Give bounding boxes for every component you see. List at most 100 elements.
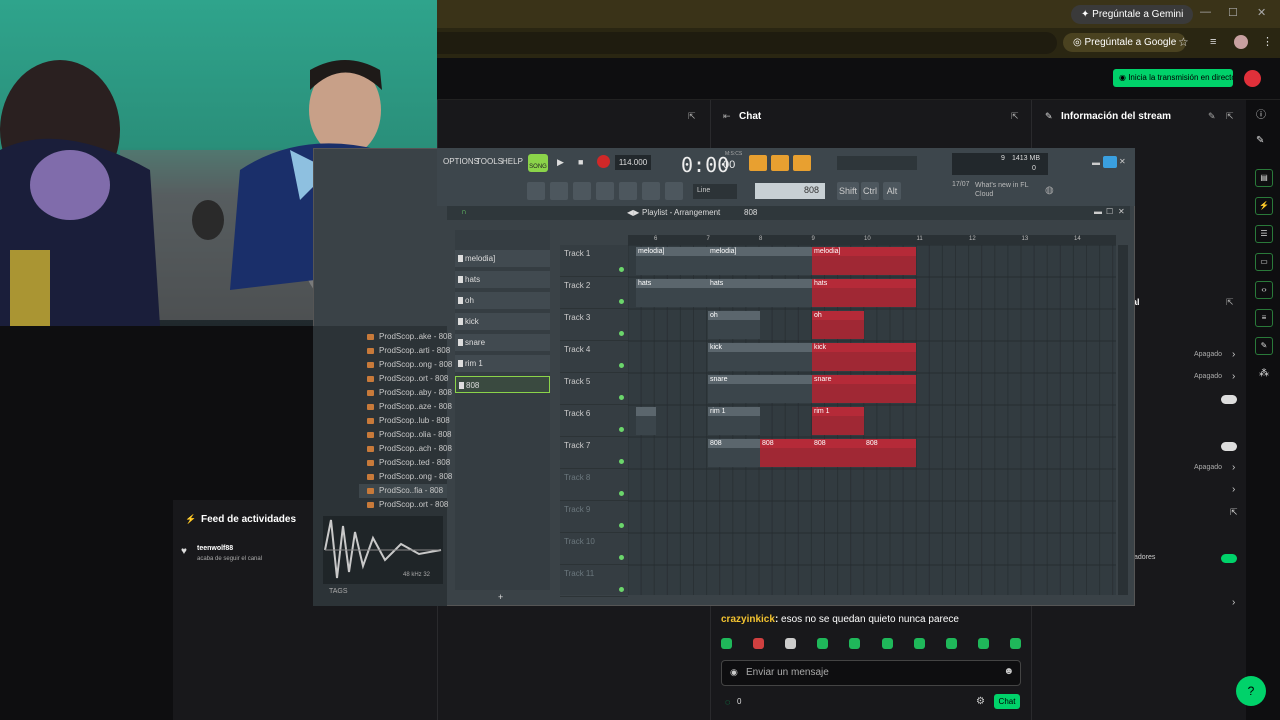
playlist-maximize-icon[interactable]: ☐ <box>1106 207 1113 216</box>
pattern-item[interactable]: hats <box>455 271 550 288</box>
metronome-button[interactable] <box>749 155 767 171</box>
playlist-icon[interactable]: ≡ <box>1210 36 1216 48</box>
menu-options[interactable]: OPTIONS <box>443 157 479 166</box>
fl-restore-button[interactable] <box>1103 156 1117 168</box>
star-icon[interactable]: ☆ <box>1178 35 1189 49</box>
pattern-item[interactable]: kick <box>455 313 550 330</box>
track-header[interactable]: Track 7 <box>560 437 628 469</box>
song-mode-toggle[interactable]: SONG <box>528 154 548 172</box>
snap-select[interactable]: Line <box>693 184 737 199</box>
track-mute-led[interactable] <box>619 395 624 400</box>
info-icon[interactable]: ⓘ <box>1256 106 1266 121</box>
go-live-button[interactable]: ◉ Inicia la transmisión en directo <box>1113 69 1233 87</box>
add-pattern-icon[interactable]: + <box>498 592 503 602</box>
fl-minimize-icon[interactable]: ▬ <box>1092 158 1100 167</box>
mic-button[interactable] <box>665 182 683 200</box>
playlist-clip[interactable]: snare <box>708 375 812 403</box>
toggle-1[interactable] <box>1221 395 1237 404</box>
chevron-right-icon[interactable]: › <box>1232 484 1235 495</box>
browser-item[interactable]: ProdScop..ake - 808 <box>359 330 452 344</box>
profile-avatar[interactable] <box>1234 35 1248 49</box>
pattern-select[interactable]: 808 <box>755 183 825 199</box>
tool-button-6[interactable] <box>642 182 660 200</box>
playlist-clip[interactable]: 808 <box>812 439 864 467</box>
shift-key[interactable]: Shift <box>837 182 859 200</box>
nodes-icon[interactable]: ⁂ <box>1259 368 1269 379</box>
countdown-button[interactable] <box>771 155 789 171</box>
points-icon[interactable]: ◌ <box>725 697 730 707</box>
playlist-clip[interactable]: 808 <box>760 439 812 467</box>
chevron-right-icon[interactable]: › <box>1232 371 1235 382</box>
monitor-icon[interactable]: ▭ <box>1255 253 1273 271</box>
settings-gear-icon[interactable]: ⚙ <box>976 696 985 707</box>
track-mute-led[interactable] <box>619 363 624 368</box>
pattern-item[interactable]: melodia] <box>455 250 550 267</box>
tool-button-5[interactable] <box>619 182 637 200</box>
playlist-clip[interactable]: melodia] <box>636 247 708 275</box>
track-header[interactable]: Track 3 <box>560 309 628 341</box>
bolt-icon[interactable]: ⚡ <box>1255 197 1273 215</box>
emote-icon[interactable] <box>1009 638 1021 649</box>
address-field[interactable] <box>437 32 1057 54</box>
track-mute-led[interactable] <box>619 299 624 304</box>
browser-item[interactable]: ProdScop..ort - 808 <box>359 498 448 512</box>
playlist-clip[interactable]: melodia] <box>708 247 812 275</box>
browser-item[interactable]: ProdScop..lub - 808 <box>359 414 450 428</box>
menu-tools[interactable]: TOOLS <box>476 157 503 166</box>
track-header[interactable]: Track 6 <box>560 405 628 437</box>
browser-item[interactable]: ProdScop..ong - 808 <box>359 470 452 484</box>
track-header[interactable]: Track 4 <box>560 341 628 373</box>
emote-icon[interactable] <box>945 638 957 649</box>
playlist-clip[interactable]: hats <box>812 279 916 307</box>
tool-button-1[interactable] <box>527 182 545 200</box>
toggle-3[interactable] <box>1221 554 1237 563</box>
gemini-button[interactable]: ✦ Pregúntale a Gemini <box>1071 5 1194 24</box>
track-mute-led[interactable] <box>619 587 624 592</box>
emote-icon[interactable] <box>817 638 829 649</box>
playlist-clip[interactable]: kick <box>708 343 812 371</box>
browser-item[interactable]: ProdScop..ach - 808 <box>359 442 452 456</box>
chevron-right-icon[interactable]: › <box>1232 462 1235 473</box>
browser-item[interactable]: ProdScop..arti - 808 <box>359 344 450 358</box>
play-icon[interactable]: ▶ <box>557 157 564 168</box>
chevron-right-icon[interactable]: › <box>1232 597 1235 608</box>
popout-icon[interactable]: ⇱ <box>688 111 696 122</box>
pattern-item[interactable]: oh <box>455 292 550 309</box>
emoji-icon[interactable]: ☻ <box>1003 666 1014 677</box>
magnet-icon[interactable]: ∩ <box>461 207 467 216</box>
track-header[interactable]: Track 1 <box>560 245 628 277</box>
track-header[interactable]: Track 5 <box>560 373 628 405</box>
stop-icon[interactable]: ■ <box>578 157 583 167</box>
emote-icon[interactable] <box>849 638 861 649</box>
track-header[interactable]: Track 9 <box>560 501 628 533</box>
playlist-scrollbar[interactable] <box>1118 245 1128 595</box>
globe-icon[interactable]: ◍ <box>1045 185 1054 196</box>
maximize-icon[interactable]: ☐ <box>1228 6 1238 19</box>
track-mute-led[interactable] <box>619 555 624 560</box>
playlist-minimize-icon[interactable]: ▬ <box>1094 207 1102 216</box>
toggle-2[interactable] <box>1221 442 1237 451</box>
menu-dots-icon[interactable]: ⋮ <box>1262 35 1273 48</box>
record-button[interactable] <box>597 155 610 168</box>
track-header[interactable]: Track 10 <box>560 533 628 565</box>
wait-button[interactable] <box>793 155 811 171</box>
pattern-item[interactable]: snare <box>455 334 550 351</box>
browser-item[interactable]: ProdScop..aby - 808 <box>359 386 452 400</box>
playlist-close-icon[interactable]: ✕ <box>1118 207 1125 216</box>
channel-avatar[interactable] <box>1244 70 1261 87</box>
playlist-clip[interactable]: kick <box>812 343 916 371</box>
track-header[interactable]: Track 2 <box>560 277 628 309</box>
pencil-icon[interactable]: ✎ <box>1256 135 1264 146</box>
close-icon[interactable]: ✕ <box>1257 6 1266 19</box>
track-mute-led[interactable] <box>619 427 624 432</box>
browser-item[interactable]: ProdScop..ort - 808 <box>359 372 448 386</box>
emote-icon[interactable] <box>721 638 732 649</box>
track-mute-led[interactable] <box>619 267 624 272</box>
playlist-clip[interactable]: hats <box>708 279 812 307</box>
browser-item[interactable]: ProdScop..aze - 808 <box>359 400 452 414</box>
external-link-icon[interactable]: ⇱ <box>1230 507 1238 518</box>
news-text[interactable]: What's new in FL Cloud <box>952 181 1037 199</box>
playlist-clip[interactable]: hats <box>636 279 708 307</box>
chevron-right-icon[interactable]: › <box>1232 349 1235 360</box>
track-mute-led[interactable] <box>619 491 624 496</box>
